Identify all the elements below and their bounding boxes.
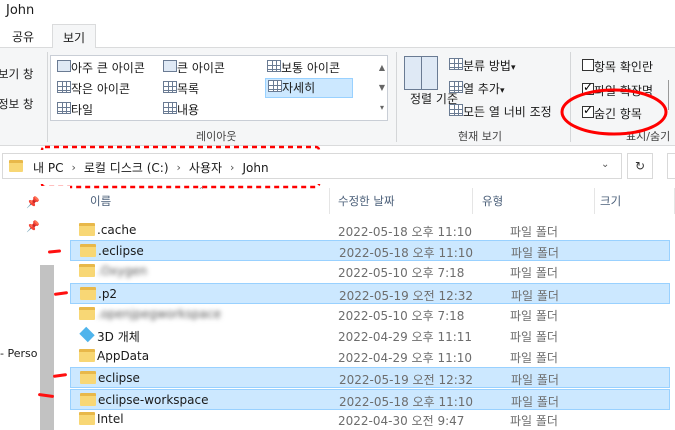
chevron-right-icon[interactable]: › xyxy=(230,161,234,174)
sort-chevron-icon: ⌃ xyxy=(198,186,205,195)
breadcrumb-users[interactable]: 사용자 xyxy=(189,159,222,176)
folder-icon xyxy=(80,371,96,384)
annotation-circle xyxy=(560,88,668,136)
file-type: 파일 폴더 xyxy=(510,414,558,428)
file-modified-date: 2022-05-19 오전 12:32 xyxy=(339,289,474,303)
file-modified-date: 2022-05-19 오전 12:32 xyxy=(339,373,474,387)
address-bar: 내 PC › 로컬 디스크 (C:) › 사용자 › John ⌄ ↻ xyxy=(0,150,675,184)
address-dropdown-icon[interactable]: ⌄ xyxy=(601,159,609,170)
file-name[interactable]: AppData xyxy=(97,349,149,363)
file-name[interactable]: .openjpegworkspace xyxy=(97,307,221,321)
breadcrumb-this-pc[interactable]: 내 PC xyxy=(33,159,63,176)
column-divider[interactable] xyxy=(329,188,330,214)
folder-icon xyxy=(79,307,95,320)
refresh-icon[interactable]: ↻ xyxy=(627,153,653,179)
file-modified-date: 2022-05-10 오후 7:18 xyxy=(338,266,465,280)
folder-icon xyxy=(9,160,23,172)
column-header-size[interactable]: 크기 xyxy=(600,193,621,209)
file-name[interactable]: eclipse xyxy=(98,371,140,385)
file-name[interactable]: 3D 개체 xyxy=(97,328,140,345)
nav-item-personal[interactable]: - Perso xyxy=(0,347,37,360)
column-header-modified[interactable]: 수정한 날짜 xyxy=(338,193,395,209)
folder-icon xyxy=(79,412,95,425)
table-row[interactable]: 3D 개체 2022-04-29 오후 11:11 파일 폴더 xyxy=(70,325,670,346)
table-row[interactable]: .eclipse 2022-05-18 오후 11:10 파일 폴더 xyxy=(70,240,670,261)
file-type: 파일 폴더 xyxy=(510,309,558,323)
file-type: 파일 폴더 xyxy=(511,246,559,260)
table-row[interactable]: eclipse 2022-05-19 오전 12:32 파일 폴더 xyxy=(70,367,670,388)
nav-scrollbar-thumb[interactable] xyxy=(40,265,54,430)
file-modified-date: 2022-05-18 오후 11:10 xyxy=(338,225,473,239)
breadcrumb-john[interactable]: John xyxy=(242,161,268,175)
file-type: 파일 폴더 xyxy=(511,395,559,409)
column-header-type[interactable]: 유형 xyxy=(482,193,503,209)
breadcrumb-local-disk[interactable]: 로컬 디스크 (C:) xyxy=(84,159,169,176)
table-row[interactable]: .openjpegworkspace 2022-05-10 오후 7:18 파일 폴… xyxy=(70,304,670,325)
file-type: 파일 폴더 xyxy=(510,225,558,239)
folder-icon xyxy=(80,244,96,257)
file-modified-date: 2022-05-10 오후 7:18 xyxy=(338,309,465,323)
folder-icon xyxy=(80,287,96,300)
table-row[interactable]: eclipse-workspace 2022-05-18 오후 11:10 파일 폴… xyxy=(70,389,670,410)
chevron-right-icon[interactable]: › xyxy=(177,161,181,174)
file-name[interactable]: Intel xyxy=(97,412,124,426)
file-modified-date: 2022-05-18 오후 11:10 xyxy=(339,246,474,260)
file-type: 파일 폴더 xyxy=(511,373,559,387)
file-modified-date: 2022-05-18 오후 11:10 xyxy=(339,395,474,409)
column-divider[interactable] xyxy=(594,188,595,214)
chevron-right-icon[interactable]: › xyxy=(71,161,75,174)
table-row[interactable]: .Oxygen 2022-05-10 오후 7:18 파일 폴더 xyxy=(70,261,670,282)
file-type: 파일 폴더 xyxy=(510,266,558,280)
column-header-name[interactable]: 이름 xyxy=(90,193,111,209)
table-row[interactable]: AppData 2022-04-29 오후 11:10 파일 폴더 xyxy=(70,346,670,367)
breadcrumb: 내 PC › 로컬 디스크 (C:) › 사용자 › John xyxy=(33,159,269,176)
3d-objects-icon xyxy=(79,326,95,343)
pin-icon[interactable]: 📌 xyxy=(26,196,40,209)
file-modified-date: 2022-04-30 오전 9:47 xyxy=(338,414,465,428)
file-name[interactable]: .Oxygen xyxy=(97,264,147,278)
file-name[interactable]: .cache xyxy=(97,223,136,237)
column-header-row: ⌃ 이름 수정한 날짜 유형 크기 xyxy=(70,186,675,214)
folder-icon xyxy=(80,393,96,406)
file-type: 파일 폴더 xyxy=(510,330,558,344)
table-row[interactable]: .cache 2022-05-18 오후 11:10 파일 폴더 xyxy=(70,220,670,241)
file-name[interactable]: .eclipse xyxy=(98,244,144,258)
table-row[interactable]: .p2 2022-05-19 오전 12:32 파일 폴더 xyxy=(70,283,670,304)
folder-icon xyxy=(79,264,95,277)
table-row[interactable]: Intel 2022-04-30 오전 9:47 파일 폴더 xyxy=(70,409,670,430)
pin-icon[interactable]: 📌 xyxy=(26,220,40,233)
folder-icon xyxy=(79,349,95,362)
folder-icon xyxy=(79,223,95,236)
file-name[interactable]: .p2 xyxy=(98,287,117,301)
file-type: 파일 폴더 xyxy=(511,289,559,303)
file-name[interactable]: eclipse-workspace xyxy=(98,393,208,407)
navigation-pane: 📌 📌 - Perso xyxy=(0,186,70,430)
address-field[interactable]: 내 PC › 로컬 디스크 (C:) › 사용자 › John ⌄ xyxy=(2,153,622,179)
file-type: 파일 폴더 xyxy=(510,351,558,365)
column-divider[interactable] xyxy=(472,188,473,214)
search-box[interactable] xyxy=(667,153,675,179)
file-modified-date: 2022-04-29 오후 11:11 xyxy=(338,330,473,344)
file-modified-date: 2022-04-29 오후 11:10 xyxy=(338,351,473,365)
